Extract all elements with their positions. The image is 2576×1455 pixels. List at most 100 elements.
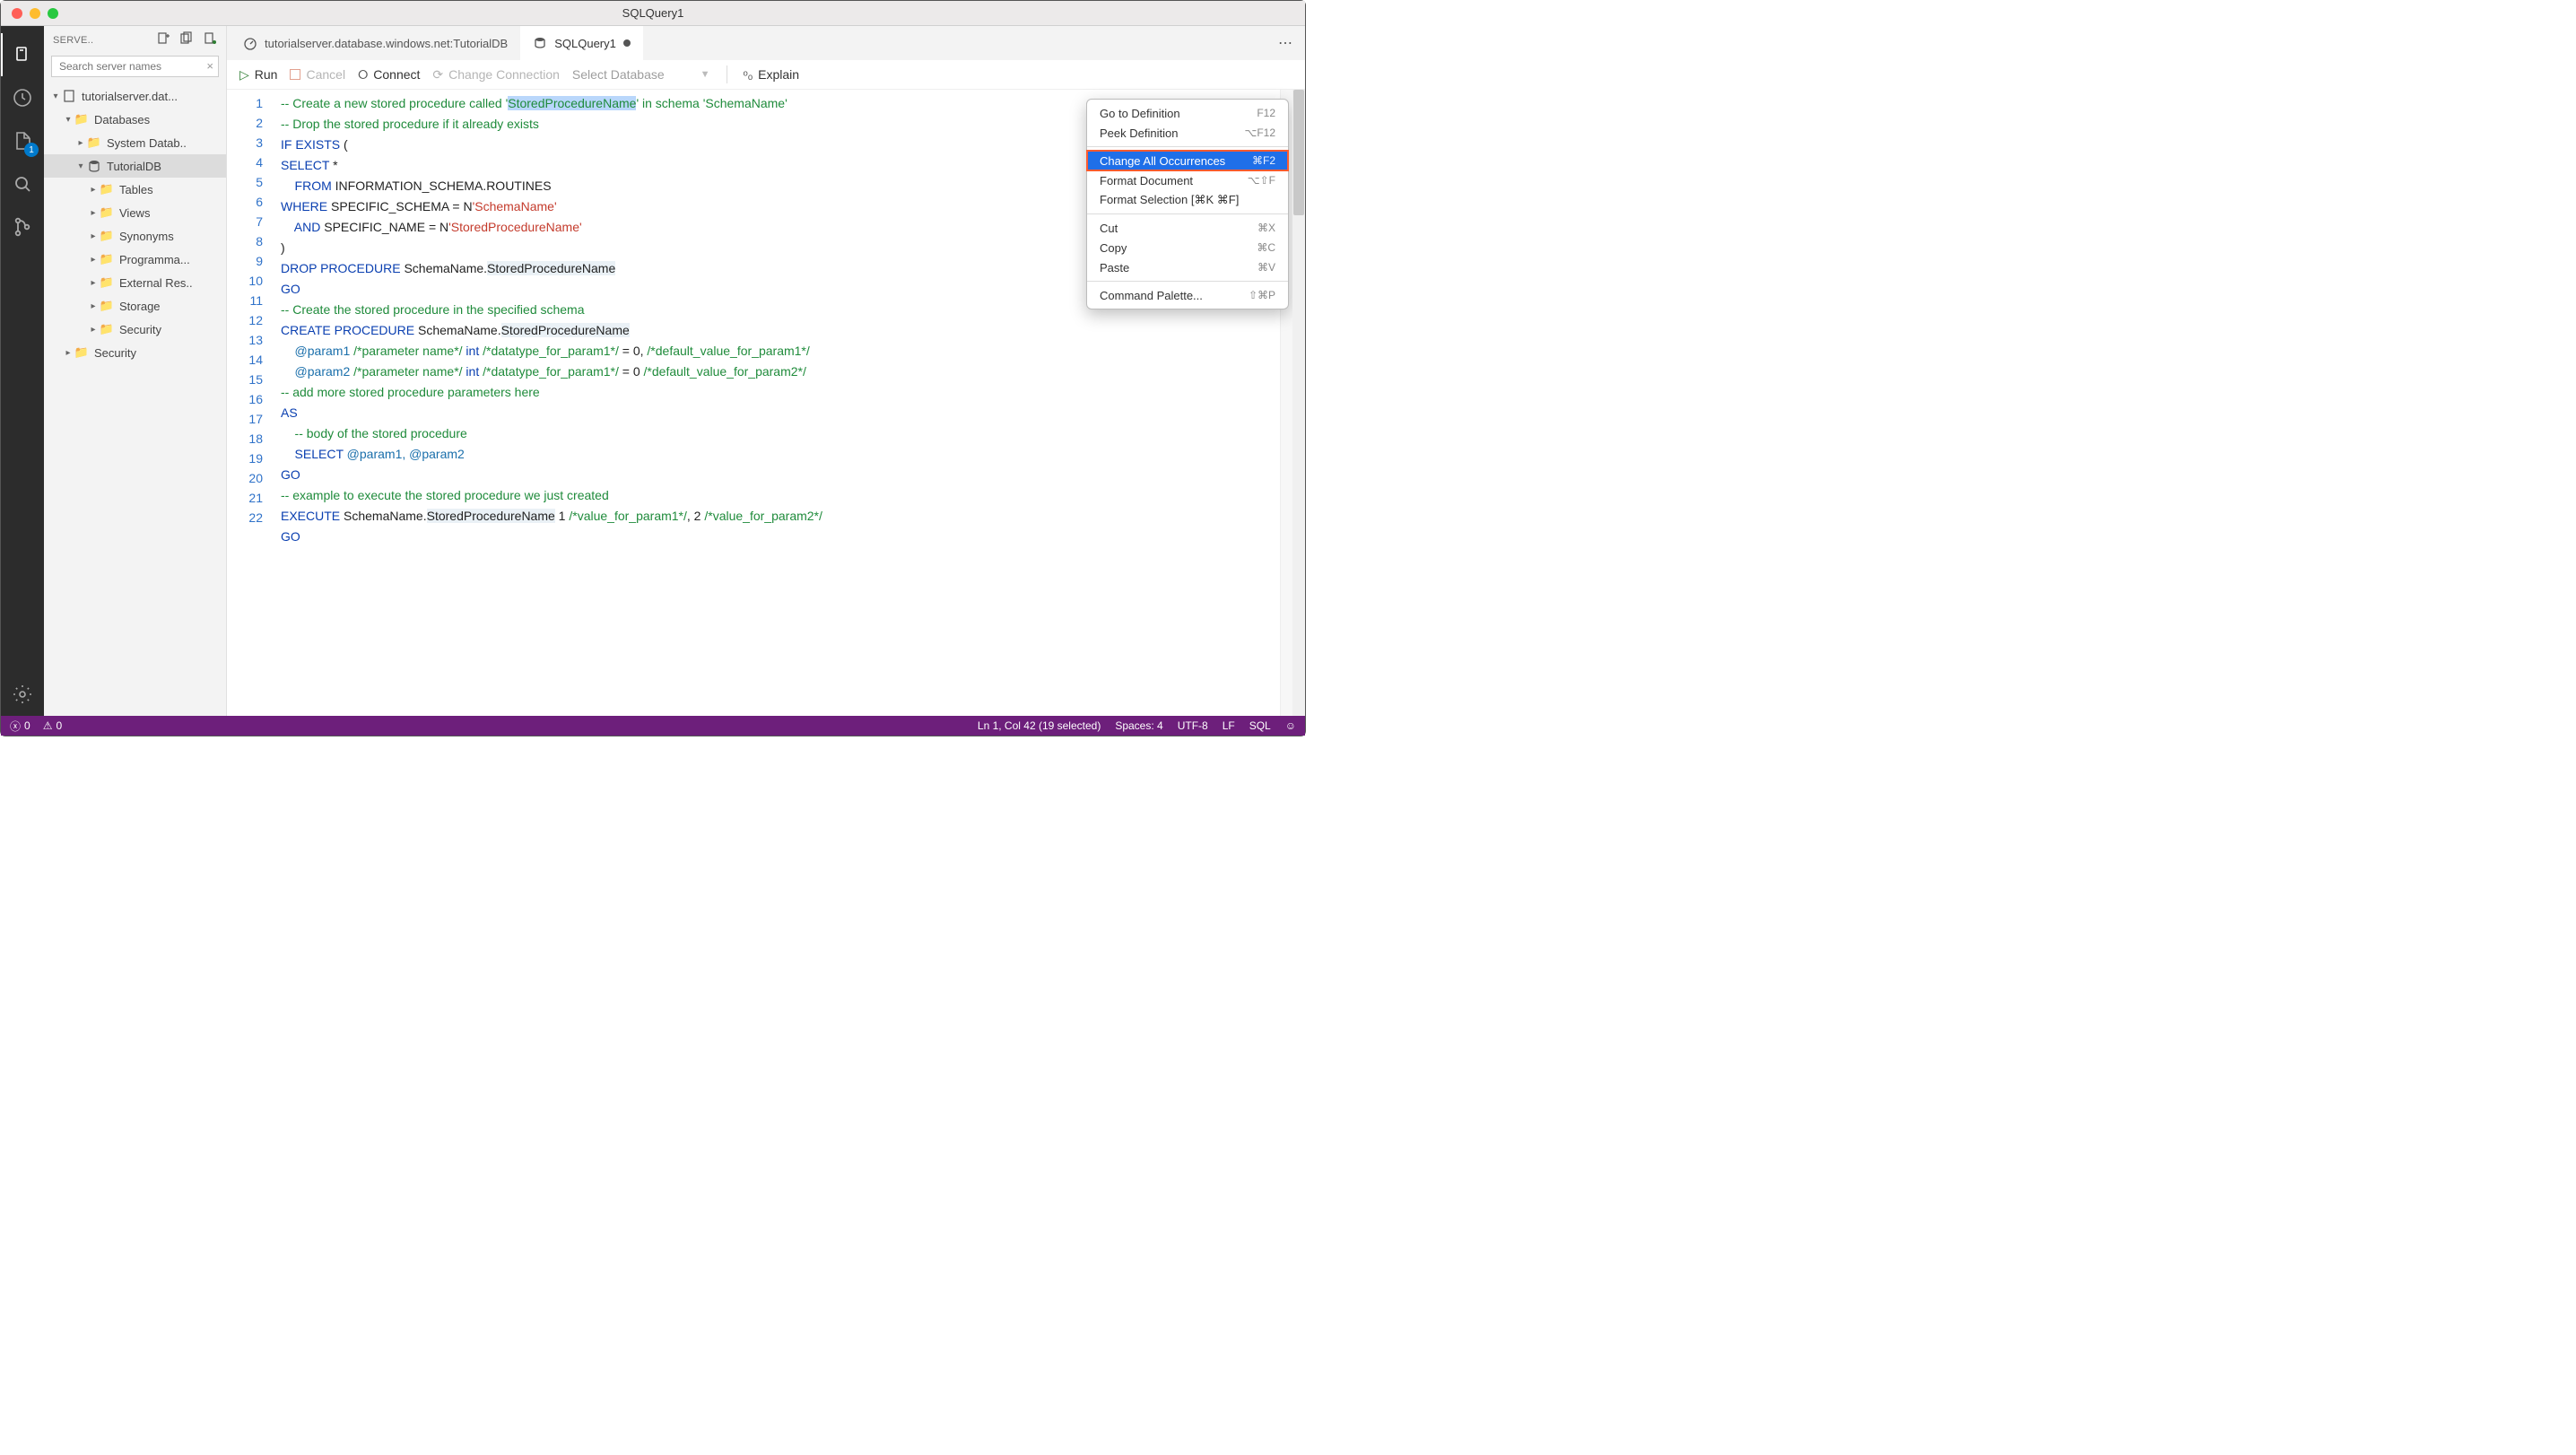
database-icon [87, 159, 101, 173]
run-button[interactable]: ▷Run [239, 67, 277, 83]
servers-sidebar: SERVE.. × ▾tutorialserver.dat... ▾📁Datab… [44, 26, 227, 716]
folder-icon: 📁 [87, 135, 101, 150]
clear-search-icon[interactable]: × [206, 59, 213, 73]
tree-label: Synonyms [119, 230, 174, 243]
status-cursor-position[interactable]: Ln 1, Col 42 (19 selected) [978, 719, 1101, 732]
server-action-icon[interactable] [203, 31, 217, 48]
activity-bar: 1 [1, 26, 44, 716]
status-eol[interactable]: LF [1223, 719, 1235, 732]
ab-history-icon[interactable] [1, 76, 44, 119]
tab-label: tutorialserver.database.windows.net:Tuto… [265, 37, 508, 50]
cm-format-document[interactable]: Format Document⌥⇧F [1087, 170, 1288, 190]
tree-databases-row[interactable]: ▾📁Databases [44, 108, 226, 131]
dashboard-icon [243, 36, 257, 50]
editor-scrollbar[interactable] [1292, 90, 1305, 716]
tree-label: TutorialDB [107, 160, 161, 173]
explorer-badge: 1 [24, 143, 39, 157]
folder-icon: 📁 [74, 112, 89, 126]
cm-separator [1087, 213, 1288, 214]
connect-label: Connect [373, 67, 420, 82]
tree-label: tutorialserver.dat... [82, 90, 178, 103]
window-close-button[interactable] [12, 8, 22, 19]
window-maximize-button[interactable] [48, 8, 58, 19]
tree-label: System Datab.. [107, 136, 187, 150]
sidebar-title: SERVE.. [53, 35, 93, 46]
window-title: SQLQuery1 [622, 6, 684, 20]
editor-tabs: tutorialserver.database.windows.net:Tuto… [227, 26, 1305, 60]
folder-icon: 📁 [100, 182, 114, 196]
sql-file-icon [533, 36, 547, 50]
tab-sqlquery[interactable]: SQLQuery1 [520, 26, 643, 60]
tree-label: Tables [119, 183, 153, 196]
tab-dirty-dot-icon [623, 39, 631, 47]
tree-systemdb-row[interactable]: ▸📁System Datab.. [44, 131, 226, 154]
tab-overflow-button[interactable]: ⋯ [1267, 34, 1305, 52]
status-errors[interactable]: ⓧ 0 [10, 719, 30, 734]
cm-cut[interactable]: Cut⌘X [1087, 218, 1288, 238]
window-titlebar: SQLQuery1 [1, 1, 1305, 26]
new-group-icon[interactable] [179, 31, 194, 48]
line-gutter: 12345678910111213141516171819202122 [227, 90, 275, 716]
tree-programmability-row[interactable]: ▸📁Programma... [44, 248, 226, 271]
status-feedback-icon[interactable]: ☺ [1285, 719, 1296, 732]
status-encoding[interactable]: UTF-8 [1178, 719, 1208, 732]
tree-label: Databases [94, 113, 150, 126]
new-connection-icon[interactable] [156, 31, 170, 48]
connect-button[interactable]: ⭘Connect [358, 67, 420, 83]
explain-label: Explain [758, 67, 799, 82]
folder-icon: 📁 [100, 299, 114, 313]
change-connection-button[interactable]: ⟳Change Connection [432, 67, 560, 83]
ab-explorer-icon[interactable]: 1 [1, 119, 44, 162]
editor-area: tutorialserver.database.windows.net:Tuto… [227, 26, 1305, 716]
tree-security-inner-row[interactable]: ▸📁Security [44, 318, 226, 341]
window-minimize-button[interactable] [30, 8, 40, 19]
tree-label: Security [94, 346, 136, 360]
tree-server-row[interactable]: ▾tutorialserver.dat... [44, 84, 226, 108]
tree-externalres-row[interactable]: ▸📁External Res.. [44, 271, 226, 294]
cancel-label: Cancel [306, 67, 345, 82]
tree-label: Storage [119, 300, 161, 313]
tree-security-outer-row[interactable]: ▸📁Security [44, 341, 226, 364]
folder-icon: 📁 [100, 205, 114, 220]
tab-dashboard[interactable]: tutorialserver.database.windows.net:Tuto… [231, 26, 520, 60]
change-connection-label: Change Connection [448, 67, 560, 82]
code-editor[interactable]: 12345678910111213141516171819202122 -- C… [227, 90, 1305, 716]
cancel-button[interactable]: Cancel [290, 67, 345, 82]
explain-button[interactable]: ᵒₒExplain [744, 67, 800, 82]
tree-storage-row[interactable]: ▸📁Storage [44, 294, 226, 318]
ab-search-icon[interactable] [1, 162, 44, 205]
status-indentation[interactable]: Spaces: 4 [1115, 719, 1162, 732]
query-toolbar: ▷Run Cancel ⭘Connect ⟳Change Connection … [227, 60, 1305, 90]
ab-source-control-icon[interactable] [1, 205, 44, 248]
cm-copy[interactable]: Copy⌘C [1087, 238, 1288, 257]
tree-label: Views [119, 206, 150, 220]
ab-settings-gear-icon[interactable] [1, 673, 44, 716]
tree-label: Programma... [119, 253, 190, 266]
cm-change-all-occurrences[interactable]: Change All Occurrences⌘F2 [1087, 151, 1288, 170]
cm-peek-definition[interactable]: Peek Definition⌥F12 [1087, 123, 1288, 143]
folder-icon: 📁 [100, 322, 114, 336]
cm-go-to-definition[interactable]: Go to DefinitionF12 [1087, 103, 1288, 123]
tree-tutorialdb-row[interactable]: ▾TutorialDB [44, 154, 226, 178]
cm-command-palette[interactable]: Command Palette...⇧⌘P [1087, 285, 1288, 305]
tree-synonyms-row[interactable]: ▸📁Synonyms [44, 224, 226, 248]
editor-context-menu: Go to DefinitionF12 Peek Definition⌥F12 … [1086, 99, 1289, 309]
folder-icon: 📁 [100, 275, 114, 290]
ab-servers-icon[interactable] [1, 33, 44, 76]
database-selector-label: Select Database [572, 67, 665, 82]
database-selector[interactable]: Select Database▼ [572, 67, 710, 82]
server-search-input[interactable] [51, 56, 219, 77]
scrollbar-thumb[interactable] [1293, 90, 1304, 215]
tree-views-row[interactable]: ▸📁Views [44, 201, 226, 224]
tree-tables-row[interactable]: ▸📁Tables [44, 178, 226, 201]
cm-paste[interactable]: Paste⌘V [1087, 257, 1288, 277]
cm-separator [1087, 281, 1288, 282]
cm-separator [1087, 146, 1288, 147]
folder-icon: 📁 [74, 345, 89, 360]
status-bar: ⓧ 0 ⚠ 0 Ln 1, Col 42 (19 selected) Space… [1, 716, 1305, 736]
status-language[interactable]: SQL [1249, 719, 1271, 732]
tree-label: Security [119, 323, 161, 336]
folder-icon: 📁 [100, 229, 114, 243]
cm-format-selection[interactable]: Format Selection [⌘K ⌘F] [1087, 190, 1288, 210]
status-warnings[interactable]: ⚠ 0 [43, 719, 62, 732]
